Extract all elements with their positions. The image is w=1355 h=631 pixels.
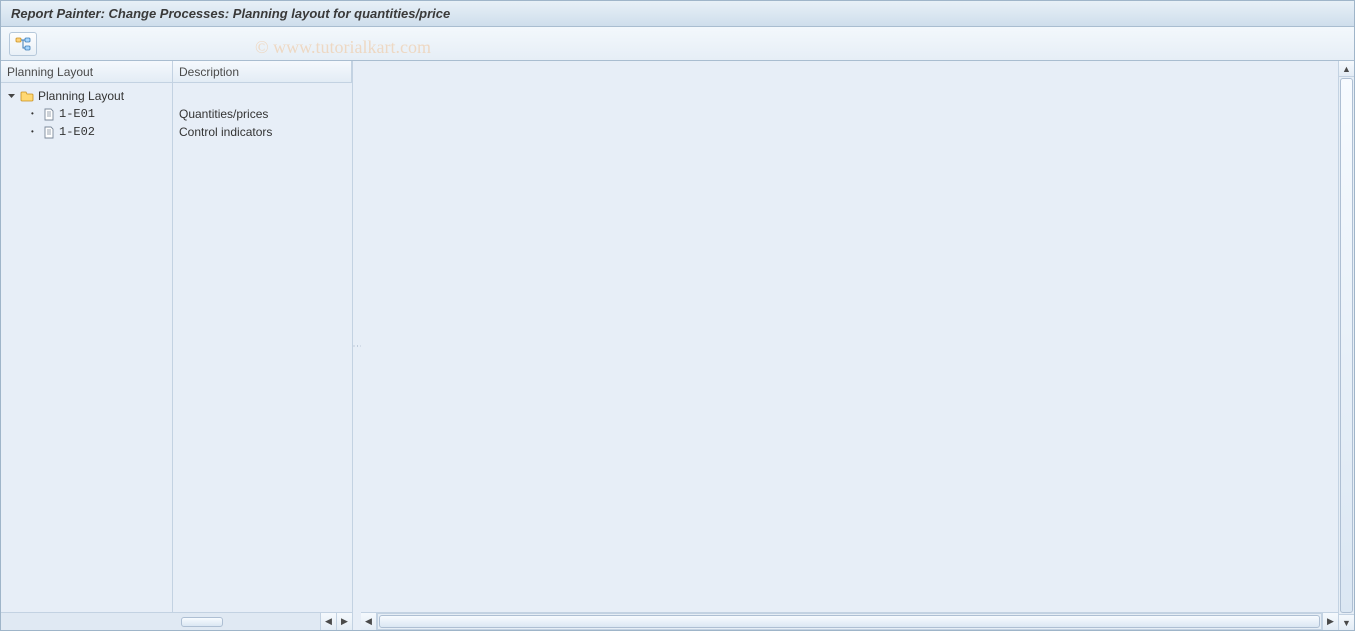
content-wrap: ◀ ▶ ▲ ▼ xyxy=(361,61,1354,630)
tree-root[interactable]: Planning Layout xyxy=(1,87,172,105)
bullet-icon: • xyxy=(31,111,37,117)
document-icon xyxy=(43,108,55,121)
title-bar: Report Painter: Change Processes: Planni… xyxy=(1,1,1354,27)
scrollbar-thumb[interactable] xyxy=(181,617,223,627)
tree-item-code: 1-E02 xyxy=(59,125,95,139)
content-vertical-scrollbar[interactable]: ▲ ▼ xyxy=(1338,61,1354,630)
tree-header-layout[interactable]: Planning Layout xyxy=(1,61,173,82)
content-area xyxy=(361,61,1338,612)
content-horizontal-scrollbar[interactable]: ◀ ▶ xyxy=(361,612,1338,630)
tree-item-code: 1-E01 xyxy=(59,107,95,121)
chevron-right-icon: ▶ xyxy=(341,616,348,627)
main-area: Planning Layout Description xyxy=(1,61,1354,630)
toolbar xyxy=(1,27,1354,61)
scroll-left-button[interactable]: ◀ xyxy=(320,613,336,630)
page-title: Report Painter: Change Processes: Planni… xyxy=(11,6,450,21)
scrollbar-track[interactable] xyxy=(377,613,1322,630)
tree-item-description[interactable]: Control indicators xyxy=(173,123,352,141)
app-window: Report Painter: Change Processes: Planni… xyxy=(0,0,1355,631)
bullet-icon: • xyxy=(31,129,37,135)
tree-item[interactable]: • 1-E02 xyxy=(1,123,172,141)
tree-header-description-label: Description xyxy=(179,65,239,79)
chevron-down-icon: ▼ xyxy=(1342,618,1351,628)
tree-root-label: Planning Layout xyxy=(38,89,124,103)
scrollbar-thumb[interactable] xyxy=(1340,78,1353,613)
structure-button[interactable] xyxy=(9,32,37,56)
tree-item[interactable]: • 1-E01 xyxy=(1,105,172,123)
scroll-left-button[interactable]: ◀ xyxy=(361,613,377,630)
tree-panel: Planning Layout Description xyxy=(1,61,353,630)
scrollbar-track[interactable] xyxy=(1,613,320,630)
tree-root-description xyxy=(173,87,352,105)
document-icon xyxy=(43,126,55,139)
folder-open-icon xyxy=(20,90,34,102)
tree-header-layout-label: Planning Layout xyxy=(7,65,93,79)
tree-body: Planning Layout • 1-E01 xyxy=(1,83,352,612)
tree-header-row: Planning Layout Description xyxy=(1,61,352,83)
content-panel: ◀ ▶ xyxy=(361,61,1338,630)
chevron-up-icon: ▲ xyxy=(1342,64,1351,74)
tree-item-description[interactable]: Quantities/prices xyxy=(173,105,352,123)
scrollbar-track[interactable] xyxy=(1339,77,1354,614)
chevron-right-icon: ▶ xyxy=(1327,616,1334,627)
scroll-down-button[interactable]: ▼ xyxy=(1339,614,1354,630)
expand-arrow-icon[interactable] xyxy=(7,92,16,101)
tree-column-description: Quantities/prices Control indicators xyxy=(173,83,352,612)
splitter-handle[interactable]: ⋮ xyxy=(353,61,361,630)
tree-horizontal-scrollbar[interactable]: ◀ ▶ xyxy=(1,612,352,630)
hierarchy-icon xyxy=(15,37,31,51)
scroll-right-button[interactable]: ▶ xyxy=(1322,613,1338,630)
scroll-up-button[interactable]: ▲ xyxy=(1339,61,1354,77)
scrollbar-thumb[interactable] xyxy=(379,615,1320,628)
chevron-left-icon: ◀ xyxy=(365,616,372,627)
scroll-right-button[interactable]: ▶ xyxy=(336,613,352,630)
chevron-left-icon: ◀ xyxy=(325,616,332,627)
tree-header-description[interactable]: Description xyxy=(173,61,352,82)
tree-column-layout: Planning Layout • 1-E01 xyxy=(1,83,173,612)
